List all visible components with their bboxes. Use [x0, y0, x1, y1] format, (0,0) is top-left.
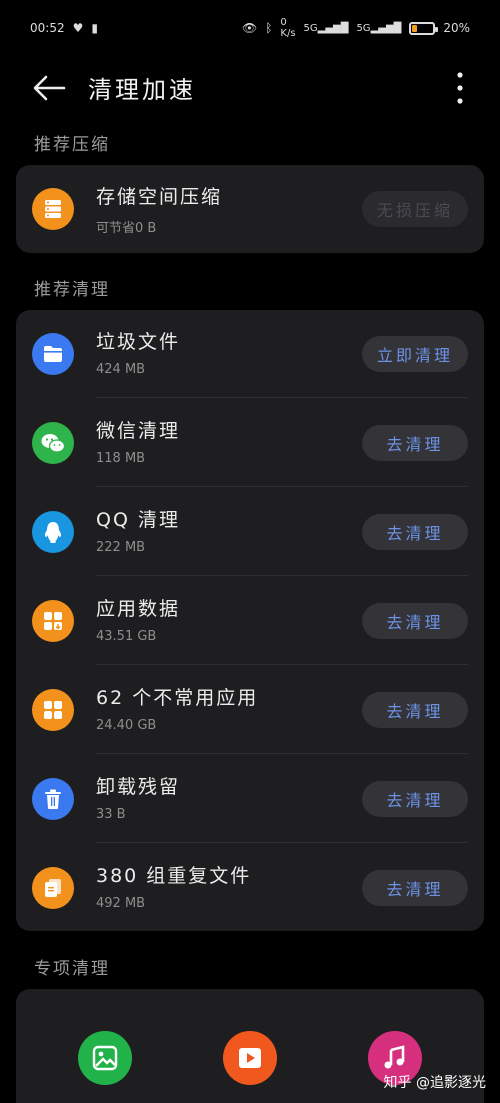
clean-row-junk[interactable]: 垃圾文件 424 MB 立即清理	[16, 310, 484, 398]
go-clean-button[interactable]: 去清理	[362, 692, 468, 728]
clean-row-duplicate-files[interactable]: 380 组重复文件 492 MB 去清理	[16, 844, 484, 932]
back-button[interactable]	[28, 72, 68, 104]
battery-icon	[409, 21, 439, 35]
section-title-special: 专项清理	[34, 959, 110, 979]
go-clean-button[interactable]: 去清理	[362, 870, 468, 906]
clean-size: 33 B	[96, 807, 126, 822]
divider	[96, 664, 468, 665]
alert-icon: ▮	[91, 21, 98, 35]
go-clean-button[interactable]: 去清理	[362, 425, 468, 461]
signal-1: 5G▂▄▆█	[303, 22, 349, 34]
clean-size: 424 MB	[96, 362, 146, 377]
go-clean-button[interactable]: 去清理	[362, 781, 468, 817]
watermark: 知乎 @追影逐光	[383, 1075, 486, 1091]
clean-size: 118 MB	[96, 451, 146, 466]
duplicate-file-icon	[32, 867, 74, 909]
apps-grid-icon	[32, 689, 74, 731]
compress-size: 可节省0 B	[96, 221, 157, 236]
clean-size: 43.51 GB	[96, 629, 157, 644]
heart-pulse-icon: ♥	[72, 21, 84, 35]
folder-icon	[32, 333, 74, 375]
compress-card: 存储空间压缩 可节省0 B 无损压缩	[16, 165, 484, 253]
lossless-compress-button[interactable]: 无损压缩	[362, 191, 468, 227]
clean-name: QQ 清理	[96, 509, 180, 531]
arrow-left-icon	[33, 75, 66, 101]
image-icon[interactable]	[78, 1031, 132, 1085]
clean-card: 垃圾文件 424 MB 立即清理 微信清理 118 MB 去清理 QQ 清理 2…	[16, 310, 484, 931]
clean-size: 492 MB	[96, 896, 146, 911]
storage-icon	[32, 188, 74, 230]
go-clean-button[interactable]: 去清理	[362, 603, 468, 639]
more-button[interactable]	[448, 70, 472, 106]
divider	[96, 842, 468, 843]
clean-name: 380 组重复文件	[96, 865, 252, 887]
app-bar: 清理加速	[0, 56, 500, 120]
section-title-compress: 推荐压缩	[34, 135, 110, 155]
clean-row-wechat[interactable]: 微信清理 118 MB 去清理	[16, 399, 484, 487]
section-title-clean: 推荐清理	[34, 280, 110, 300]
eye-icon: 👁	[241, 21, 258, 35]
clean-row-qq[interactable]: QQ 清理 222 MB 去清理	[16, 488, 484, 576]
wechat-icon	[32, 422, 74, 464]
go-clean-button[interactable]: 去清理	[362, 514, 468, 550]
battery-percent: 20%	[443, 21, 470, 35]
clean-size: 222 MB	[96, 540, 146, 555]
video-icon[interactable]	[223, 1031, 277, 1085]
compress-name: 存储空间压缩	[96, 186, 223, 208]
status-time: 00:52	[30, 21, 65, 35]
app-data-icon	[32, 600, 74, 642]
signal-2: 5G▂▄▆█	[356, 22, 402, 34]
clean-row-uninstall-residue[interactable]: 卸载残留 33 B 去清理	[16, 755, 484, 843]
bluetooth-icon: ᛒ	[265, 21, 273, 35]
clean-name: 卸载残留	[96, 776, 181, 798]
clean-name: 微信清理	[96, 420, 181, 442]
divider	[96, 575, 468, 576]
trash-icon	[32, 778, 74, 820]
clean-now-button[interactable]: 立即清理	[362, 336, 468, 372]
divider	[96, 486, 468, 487]
status-bar: 00:52 ♥ ▮ 👁 ᛒ 0 K/s 5G▂▄▆█ 5G▂▄▆█ 20%	[0, 0, 500, 56]
more-vert-icon	[457, 72, 463, 104]
page-title: 清理加速	[88, 76, 196, 104]
qq-penguin-icon	[32, 511, 74, 553]
clean-row-unused-apps[interactable]: 62 个不常用应用 24.40 GB 去清理	[16, 666, 484, 754]
network-speed: 0 K/s	[280, 17, 296, 39]
clean-name: 垃圾文件	[96, 331, 181, 353]
clean-name: 62 个不常用应用	[96, 687, 259, 709]
clean-size: 24.40 GB	[96, 718, 157, 733]
compress-row[interactable]: 存储空间压缩 可节省0 B 无损压缩	[16, 165, 484, 253]
clean-name: 应用数据	[96, 598, 181, 620]
clean-row-app-data[interactable]: 应用数据 43.51 GB 去清理	[16, 577, 484, 665]
divider	[96, 753, 468, 754]
divider	[96, 397, 468, 398]
